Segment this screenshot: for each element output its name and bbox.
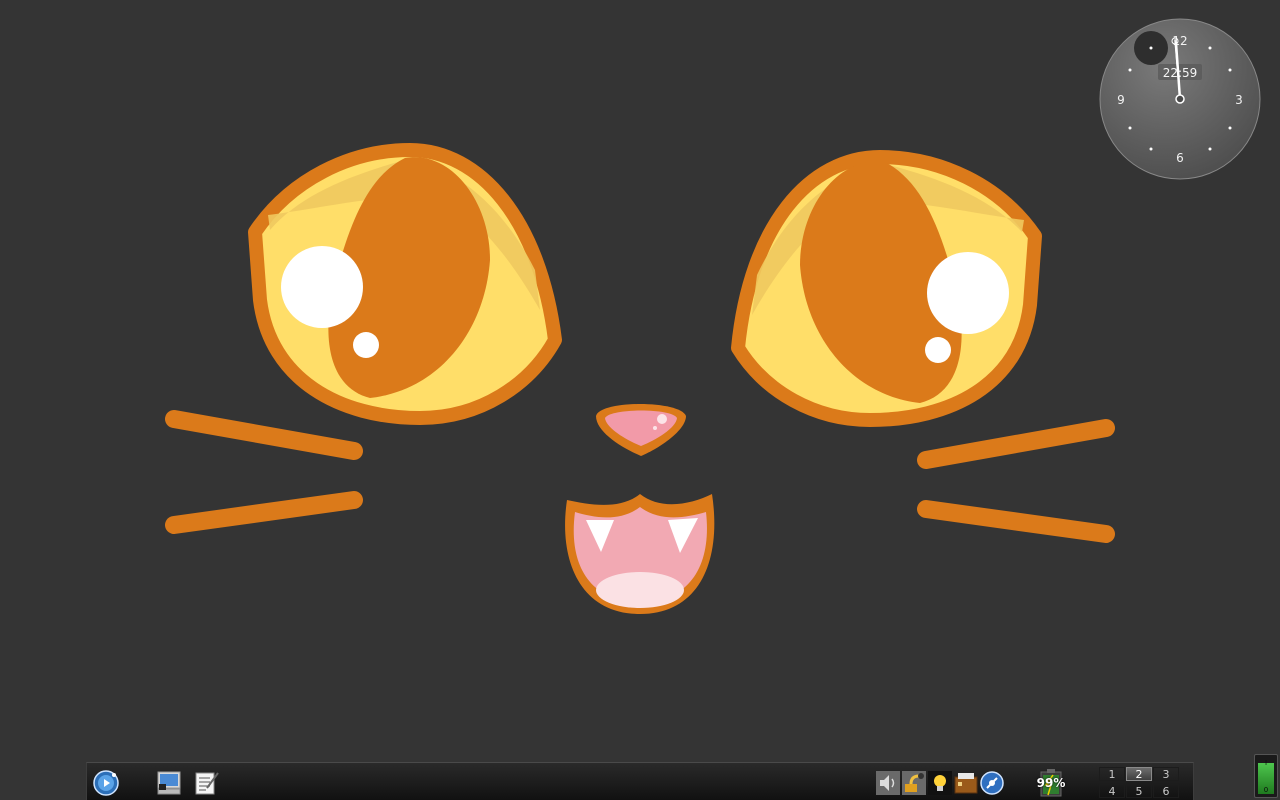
desktop-3[interactable]: 3	[1153, 767, 1179, 781]
start-menu-button[interactable]	[92, 769, 120, 797]
lightbulb-icon	[928, 771, 952, 795]
desktop-2[interactable]: 2	[1126, 767, 1152, 781]
analog-clock-widget[interactable]: 12 3 6 9 22:59	[1099, 18, 1261, 180]
browser-tray-button[interactable]	[978, 769, 1006, 797]
battery-percent: 99%	[1036, 776, 1066, 790]
desktop-pager: 1 2 3 4 5 6	[1099, 767, 1181, 799]
volume-top-label: I	[1264, 759, 1268, 767]
desktop-4[interactable]: 4	[1099, 784, 1125, 798]
computer-icon	[157, 771, 181, 795]
start-menu-icon	[93, 770, 119, 796]
archive-icon	[954, 773, 978, 794]
taskbar: 99% 1 2 3 4 5 6	[86, 762, 1194, 800]
volume-bottom-label: 0	[1263, 786, 1269, 794]
cat-face-wallpaper	[0, 0, 1280, 800]
brightness-tray-button[interactable]	[926, 769, 954, 797]
volume-icon	[876, 771, 900, 795]
clock-numeral-3: 3	[1235, 93, 1243, 107]
network-tray-button[interactable]	[900, 769, 928, 797]
volume-tray-button[interactable]	[874, 769, 902, 797]
text-editor-launcher[interactable]	[192, 769, 220, 797]
desktop-1[interactable]: 1	[1099, 767, 1125, 781]
volume-level-widget[interactable]: I 0	[1254, 754, 1278, 798]
battery-indicator[interactable]: 99%	[1033, 769, 1069, 797]
clock-digital-time: 22:59	[1163, 66, 1198, 80]
clock-numeral-9: 9	[1117, 93, 1125, 107]
computer-launcher[interactable]	[155, 769, 183, 797]
archive-tray-button[interactable]	[952, 769, 980, 797]
clock-numeral-6: 6	[1176, 151, 1184, 165]
text-editor-icon	[195, 772, 219, 795]
browser-icon	[980, 771, 1004, 795]
desktop-5[interactable]: 5	[1126, 784, 1152, 798]
desktop-6[interactable]: 6	[1153, 784, 1179, 798]
network-icon	[902, 771, 926, 795]
